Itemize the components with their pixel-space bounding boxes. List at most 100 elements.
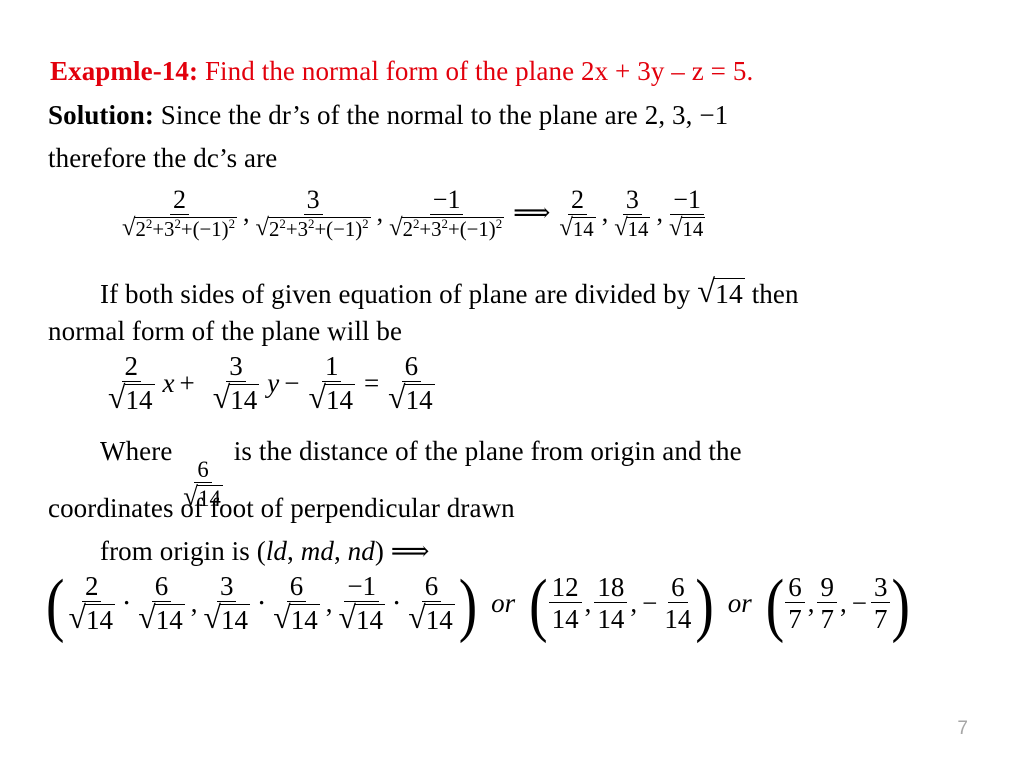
sqrt-icon: √ 14 bbox=[212, 380, 260, 416]
line-therefore: therefore the dc’s are bbox=[48, 143, 278, 173]
g1-t1-factor-a: 2 √ 14 bbox=[65, 572, 118, 634]
from-origin-after: ) bbox=[374, 536, 391, 566]
or-separator-2: or bbox=[727, 587, 752, 618]
g2-v1-num: 12 bbox=[548, 573, 582, 604]
implies-arrow-icon: ⟹ bbox=[390, 536, 430, 566]
sqrt-icon: √ 14 bbox=[203, 600, 250, 636]
sqrt-icon: √ 14 bbox=[614, 214, 651, 242]
dc-d2-plusneg1: +(−1) bbox=[314, 218, 363, 242]
g3-v3-num: 3 bbox=[870, 573, 891, 604]
g1-t2-a-num: 3 bbox=[216, 572, 237, 603]
dc-result-fraction-3: −1 √ 14 bbox=[666, 186, 708, 241]
final-coordinates-expression: ( 2 √ 14 ⋅ 6 √ 14 , 3 √ 14 ⋅ 6 √ 14 , −1 √ 14… bbox=[46, 565, 910, 644]
dc-result-separator-2: , bbox=[656, 198, 663, 228]
dc-d1-plus3: +3 bbox=[152, 218, 175, 242]
dc-d2-expneg1: 2 bbox=[362, 217, 369, 232]
g2-comma-1: , bbox=[584, 587, 592, 618]
sqrt-icon: √ 22+32+(−1)2 bbox=[122, 214, 238, 242]
g1-t1-b-num: 6 bbox=[151, 572, 172, 603]
g3-v1-num: 6 bbox=[785, 573, 805, 604]
direction-cosines-expression: 2 √ 22+32+(−1)2 , 3 √ 22+32+(−1)2 , −1 √… bbox=[118, 186, 709, 241]
solution-line: Solution: Since the dr’s of the normal t… bbox=[48, 102, 728, 129]
g2-v2-den: 14 bbox=[597, 604, 625, 635]
g3-value-1: 6 7 bbox=[785, 573, 805, 633]
slide-canvas: Exapmle-14: Find the normal form of the … bbox=[0, 0, 1024, 768]
g1-t3-b-num: 6 bbox=[421, 572, 442, 603]
g3-v2-num: 9 bbox=[817, 573, 837, 604]
g1-t1-a-num: 2 bbox=[81, 572, 102, 603]
g1-t3-a-den: √ 14 bbox=[335, 602, 388, 634]
line-if-both-after: then bbox=[744, 279, 799, 309]
g1-t3-factor-b: 6 √ 14 bbox=[405, 572, 458, 634]
nf-coefficient-y: 3 √ 14 bbox=[210, 352, 263, 414]
dc-fraction-2-numerator: 3 bbox=[303, 186, 323, 216]
g2-value-2: 18 14 bbox=[594, 573, 628, 635]
g3-v3-sign: − bbox=[851, 587, 867, 618]
page-number: 7 bbox=[957, 718, 968, 739]
nf-x-denominator: √ 14 bbox=[105, 382, 158, 414]
nf-constant-numerator: 1 bbox=[321, 352, 342, 383]
dc-separator-2: , bbox=[376, 198, 384, 228]
line-where-after: is the distance of the plane from origin… bbox=[226, 436, 742, 466]
dc-d1-base2: 2 bbox=[135, 218, 146, 242]
g2-v3-sign: − bbox=[642, 587, 658, 618]
sqrt-icon: √ 14 bbox=[273, 600, 320, 636]
nf-coefficient-x: 2 √ 14 bbox=[105, 352, 158, 414]
dc-fraction-1: 2 √ 22+32+(−1)2 bbox=[119, 186, 240, 241]
from-origin-ld: ld bbox=[265, 536, 288, 566]
g2-comma-2: , bbox=[630, 587, 638, 618]
dc-fraction-2-denominator: √ 22+32+(−1)2 bbox=[253, 215, 374, 241]
group3-left-paren: ( bbox=[765, 565, 785, 644]
dc-result-3-numerator: −1 bbox=[670, 186, 704, 216]
sqrt-icon: √ 14 bbox=[68, 600, 115, 636]
g2-value-3: 6 14 bbox=[661, 573, 694, 633]
nf-right-numerator: 6 bbox=[401, 352, 422, 383]
dc-d2-plus3: +3 bbox=[285, 218, 308, 242]
dc-d3-expneg1: 2 bbox=[495, 217, 503, 232]
nf-y-numerator: 3 bbox=[226, 352, 246, 383]
sqrt-icon: √ 14 bbox=[108, 380, 155, 416]
sqrt-icon: √ 14 bbox=[559, 214, 596, 242]
g2-v1-den: 14 bbox=[551, 604, 579, 635]
g1-t2-factor-b: 6 √ 14 bbox=[270, 572, 323, 634]
nf-equals-sign: = bbox=[363, 367, 380, 398]
from-origin-before: from origin is ( bbox=[100, 536, 266, 566]
line-if-both-radicand: 14 bbox=[714, 278, 745, 309]
from-origin-md: md bbox=[300, 536, 334, 566]
g3-v2-den: 7 bbox=[820, 604, 834, 635]
g3-v3-den: 7 bbox=[873, 604, 888, 635]
g1-comma-1: , bbox=[190, 587, 198, 618]
sqrt-icon: √ 14 bbox=[408, 600, 455, 636]
dc-d3-plus3: +3 bbox=[419, 218, 442, 242]
g1-t3-b-den: √ 14 bbox=[405, 602, 458, 634]
dc-d3-base2: 2 bbox=[402, 218, 413, 242]
g2-value-1: 12 14 bbox=[548, 573, 582, 635]
normal-form-equation: 2 √ 14 x + 3 √ 14 y − 1 √ 14 = 6 √ 14 bbox=[104, 352, 439, 414]
g2-v3-den: 14 bbox=[664, 604, 692, 635]
nf-right-denominator: √ 14 bbox=[385, 382, 438, 414]
g1-t2-dot: ⋅ bbox=[256, 587, 267, 618]
dc-result-2-denominator: √ 14 bbox=[611, 215, 653, 241]
dc-d1-plusneg1: +(−1) bbox=[180, 218, 229, 242]
dc-fraction-2: 3 √ 22+32+(−1)2 bbox=[253, 186, 374, 241]
line-coordinates: coordinates of foot of perpendicular dra… bbox=[48, 493, 515, 523]
line-from-origin: from origin is (ld, md, nd) ⟹ bbox=[100, 538, 430, 565]
sqrt-icon: √ 22+32+(−1)2 bbox=[255, 214, 371, 242]
g3-comma-1: , bbox=[807, 587, 815, 618]
g1-t1-dot: ⋅ bbox=[121, 587, 132, 618]
nf-y-denominator: √ 14 bbox=[210, 382, 263, 414]
g3-value-2: 9 7 bbox=[817, 573, 837, 633]
solution-text: Since the dr’s of the normal to the plan… bbox=[153, 100, 729, 130]
sqrt-icon: √ 14 bbox=[388, 380, 435, 416]
g3-value-3: 3 7 bbox=[870, 573, 891, 635]
dc-fraction-1-numerator: 2 bbox=[170, 186, 190, 216]
dc-result-separator-1: , bbox=[601, 198, 609, 228]
dc-fraction-1-denominator: √ 22+32+(−1)2 bbox=[119, 215, 240, 241]
from-origin-comma-1: , bbox=[287, 536, 301, 566]
dc-separator-1: , bbox=[243, 198, 250, 228]
g3-v1-den: 7 bbox=[788, 604, 802, 635]
group1-right-paren: ) bbox=[458, 565, 478, 644]
sqrt-icon: √ 22+32+(−1)2 bbox=[389, 214, 505, 242]
dc-result-2-numerator: 3 bbox=[622, 186, 642, 216]
dc-fraction-3-numerator: −1 bbox=[429, 186, 464, 216]
